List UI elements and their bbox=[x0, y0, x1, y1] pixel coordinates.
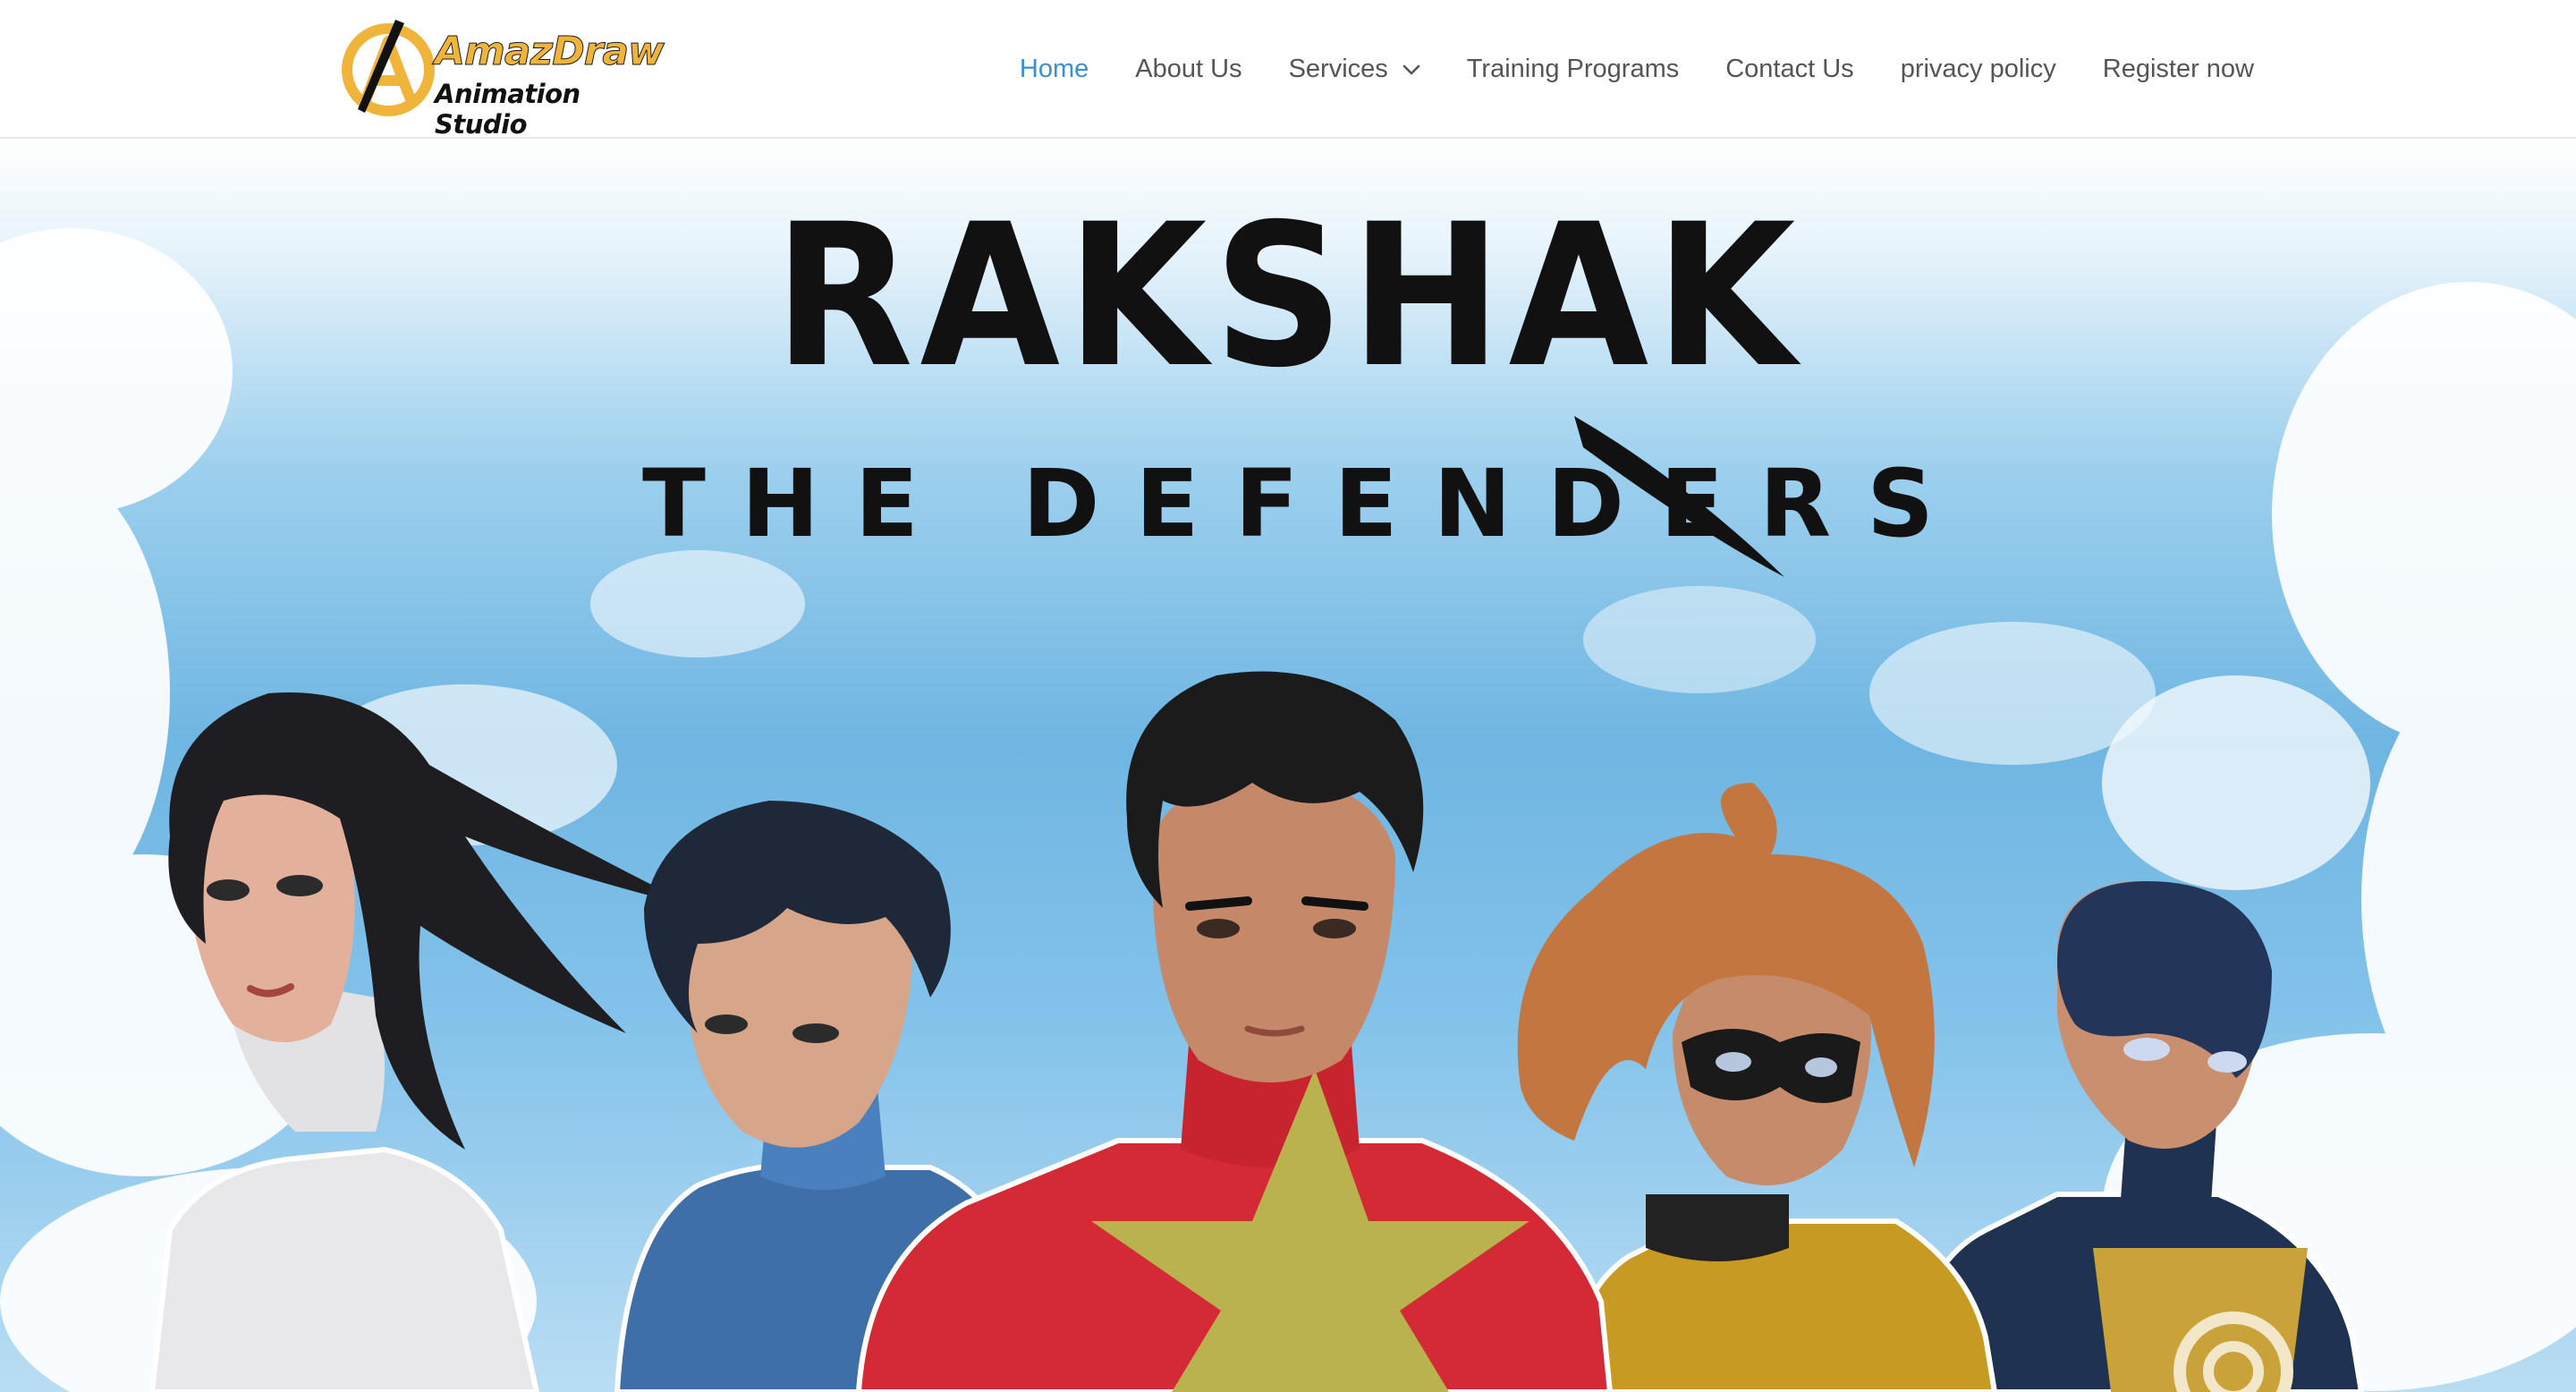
brand-name: AmazDraw bbox=[435, 29, 665, 75]
chevron-down-icon bbox=[1402, 64, 1420, 74]
red-star-hero bbox=[855, 671, 1614, 1392]
site-header: AmazDraw Animation Studio Home About Us … bbox=[0, 0, 2576, 140]
hero-subtitle: THE DEFENDERS bbox=[641, 449, 1970, 558]
brand-logo[interactable]: AmazDraw Animation Studio bbox=[338, 16, 665, 140]
main-nav: Home About Us Services Training Programs… bbox=[1020, 0, 2254, 139]
hero-banner: RAKSHAK THE DEFENDERS bbox=[0, 139, 2576, 1392]
nav-services-label: Services bbox=[1288, 55, 1388, 83]
brand-tagline: Animation Studio bbox=[435, 79, 580, 140]
nav-training-programs[interactable]: Training Programs bbox=[1467, 55, 1679, 84]
nav-services[interactable]: Services bbox=[1289, 55, 1420, 84]
nav-privacy-policy[interactable]: privacy policy bbox=[1901, 55, 2056, 84]
hero-title: RAKSHAK bbox=[774, 182, 1802, 411]
nav-privacy-policy-label: privacy policy bbox=[1900, 55, 2056, 83]
nav-home-label: Home bbox=[1019, 55, 1089, 83]
nav-register-now-label: Register now bbox=[2102, 55, 2254, 83]
nav-about-us[interactable]: About Us bbox=[1135, 55, 1241, 84]
pen-logo-icon bbox=[342, 20, 435, 116]
nav-contact-us[interactable]: Contact Us bbox=[1725, 55, 1853, 84]
nav-register-now[interactable]: Register now bbox=[2103, 55, 2254, 84]
nav-home[interactable]: Home bbox=[1020, 55, 1089, 84]
nav-contact-us-label: Contact Us bbox=[1725, 55, 1854, 83]
nav-about-us-label: About Us bbox=[1135, 55, 1242, 83]
nav-training-programs-label: Training Programs bbox=[1466, 55, 1680, 83]
